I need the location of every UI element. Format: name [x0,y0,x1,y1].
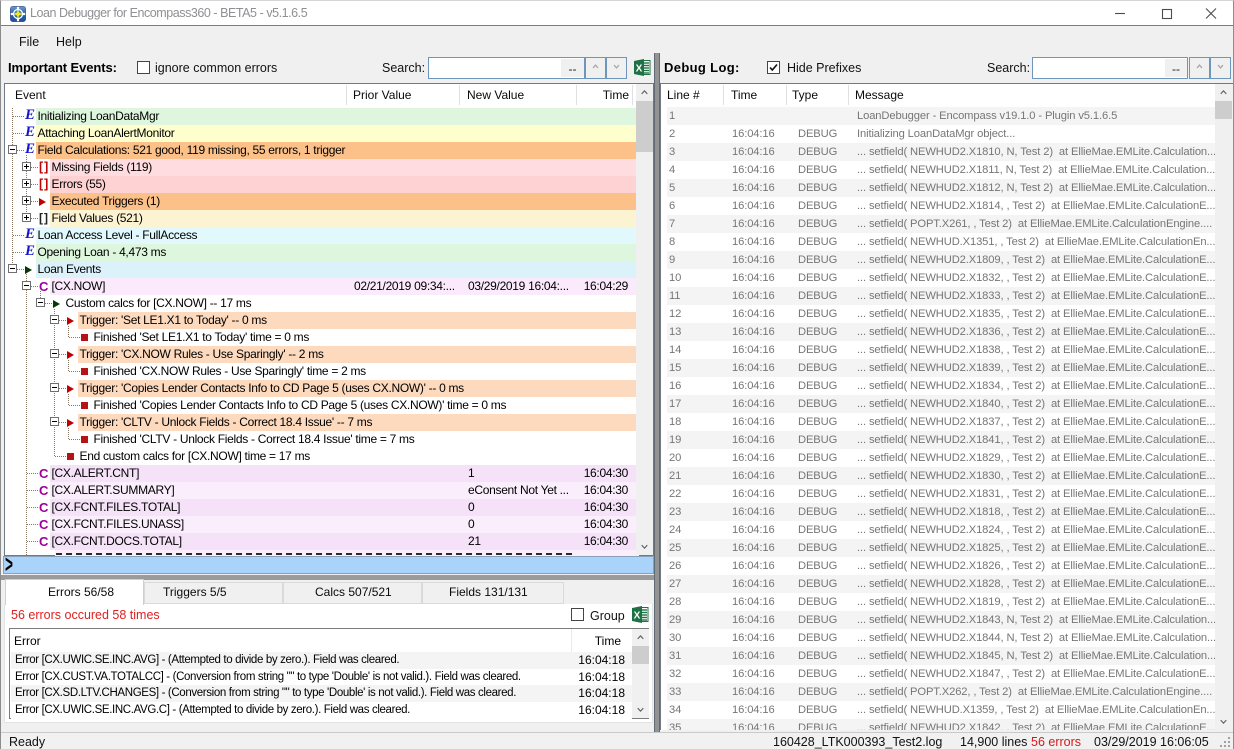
svg-text:X: X [634,611,641,622]
svg-text:X: X [636,64,643,75]
